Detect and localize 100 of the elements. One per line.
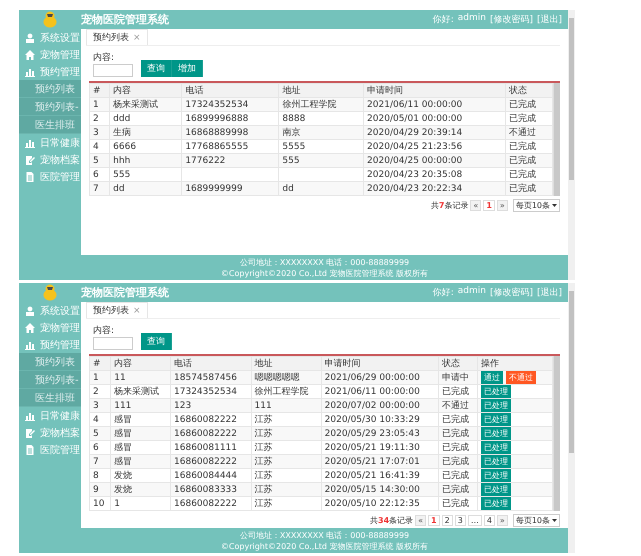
table-cell: 2020/05/10 22:12:35	[321, 496, 439, 510]
table-cell: 2020/05/15 14:30:00	[321, 482, 439, 496]
page-size-select[interactable]: 每页10条	[512, 514, 560, 527]
processed-button[interactable]: 已处理	[481, 399, 512, 412]
page-button[interactable]: 3	[454, 515, 466, 526]
caret-icon	[552, 519, 557, 522]
page-button[interactable]: 2	[442, 515, 453, 526]
footer-text: ©Copyright©2020 Co.,Ltd 宠物医院管理系统 版权所有	[220, 268, 428, 279]
search-field[interactable]	[93, 337, 133, 350]
approve-button[interactable]: 通过	[481, 371, 504, 384]
table-cell: 11	[110, 370, 171, 384]
table-cell: 7	[90, 454, 111, 468]
submenu-item[interactable]: 预约列表	[19, 353, 81, 371]
sidebar-item[interactable]: 日常健康	[40, 408, 80, 422]
table-cell: 已完成	[438, 454, 478, 468]
username: admin	[458, 286, 486, 298]
sidebar-item[interactable]: 宠物档案	[40, 426, 80, 440]
table-cell: 2020/05/29 23:05:43	[321, 426, 439, 440]
table-cell: 2020/04/29 20:39:14	[364, 126, 506, 140]
table-cell: 江苏	[251, 496, 322, 510]
sidebar-item[interactable]: 宠物管理	[40, 48, 80, 62]
submenu-item[interactable]: 预约列表-	[19, 371, 81, 389]
submenu-item[interactable]: 预约列表-	[19, 98, 81, 116]
close-icon[interactable]: ×	[133, 32, 141, 42]
sidebar-item[interactable]: 医院管理	[40, 170, 80, 184]
table-cell: 16860083333	[170, 482, 251, 496]
sidebar-item[interactable]: 宠物档案	[40, 152, 80, 166]
processed-button[interactable]: 已处理	[481, 427, 512, 440]
scrollbar[interactable]	[553, 83, 560, 196]
table-cell: 已完成	[505, 154, 552, 168]
sidebar-item[interactable]: 医院管理	[40, 442, 80, 456]
table-cell: 杨来采测试	[110, 98, 182, 112]
table-cell: 9	[90, 482, 111, 496]
sidebar-item[interactable]: 系统设置	[40, 304, 80, 318]
scrollbar[interactable]	[568, 10, 575, 280]
table-cell: 发烧	[110, 482, 171, 496]
add-button[interactable]: 增加	[172, 60, 203, 77]
scrollbar[interactable]	[553, 356, 560, 511]
sidebar-item[interactable]: 预约管理	[40, 338, 80, 352]
tab-label[interactable]: 预约列表	[93, 304, 129, 317]
tab[interactable]: 预约列表 ×	[86, 29, 148, 45]
search-button[interactable]: 查询	[141, 60, 172, 77]
page-button[interactable]: 4	[484, 515, 495, 526]
header-link[interactable]: [修改密码]	[490, 13, 533, 26]
table-cell: 徐州工程学院	[278, 98, 364, 112]
table-cell: dd	[110, 182, 182, 196]
processed-button[interactable]: 已处理	[481, 455, 512, 468]
next-page-button[interactable]: »	[496, 515, 508, 526]
page-button[interactable]: …	[468, 515, 482, 526]
column-header: #	[90, 84, 110, 98]
page-button[interactable]: 1	[483, 200, 495, 211]
search-button[interactable]: 查询	[141, 333, 172, 350]
processed-button[interactable]: 已处理	[481, 497, 512, 510]
page-size-select[interactable]: 每页10条	[512, 199, 560, 212]
close-icon[interactable]: ×	[133, 306, 141, 316]
table-cell: 16868889998	[182, 126, 279, 140]
caret-icon	[552, 204, 557, 208]
sidebar-item[interactable]: 预约管理	[40, 64, 80, 78]
username: admin	[458, 13, 486, 25]
table-cell: 16860082222	[170, 426, 251, 440]
header-link[interactable]: [修改密码]	[490, 286, 533, 299]
submenu-item[interactable]: 预约列表	[19, 80, 81, 98]
document-icon	[25, 172, 35, 182]
previous-page-button[interactable]: «	[415, 515, 426, 526]
submenu-item[interactable]: 医生排班	[19, 389, 81, 407]
header-link[interactable]: [退出]	[536, 286, 562, 299]
table-cell: 111	[110, 398, 171, 412]
table-cell: 5	[90, 426, 111, 440]
sidebar-item[interactable]: 系统设置	[40, 30, 80, 44]
bar-chart-icon	[25, 410, 35, 420]
processed-button[interactable]: 已处理	[481, 413, 512, 426]
processed-button[interactable]: 已处理	[481, 483, 512, 496]
processed-button[interactable]: 已处理	[481, 385, 512, 398]
reject-button[interactable]: 不通过	[506, 371, 536, 384]
table-cell: 1	[110, 496, 171, 510]
tab[interactable]: 预约列表 ×	[86, 302, 148, 318]
column-header: #	[90, 356, 111, 370]
table-cell: 3	[90, 126, 110, 140]
column-header: 内容	[110, 356, 171, 370]
sidebar-item[interactable]: 日常健康	[40, 136, 80, 150]
processed-button[interactable]: 已处理	[481, 441, 512, 454]
search-field[interactable]	[93, 64, 133, 77]
column-header: 电话	[170, 356, 251, 370]
next-page-button[interactable]: »	[496, 200, 508, 211]
table-cell: 江苏	[251, 426, 322, 440]
table-cell: 16860082222	[170, 496, 251, 510]
footer-text: 公司地址：XXXXXXXX 电话：000-88889999	[240, 530, 410, 541]
previous-page-button[interactable]: «	[470, 200, 482, 211]
person-icon	[25, 32, 35, 42]
column-header: 申请时间	[321, 356, 439, 370]
sidebar-item[interactable]: 宠物管理	[40, 320, 80, 334]
header-link[interactable]: [退出]	[536, 13, 562, 26]
table-cell: hhh	[110, 154, 182, 168]
submenu-item[interactable]: 医生排班	[19, 116, 81, 134]
table-cell: 18574587456	[170, 370, 251, 384]
table-cell: 江苏	[251, 482, 322, 496]
processed-button[interactable]: 已处理	[481, 469, 512, 482]
scrollbar[interactable]	[568, 283, 575, 553]
page-button[interactable]: 1	[428, 515, 440, 526]
tab-label[interactable]: 预约列表	[93, 31, 129, 44]
